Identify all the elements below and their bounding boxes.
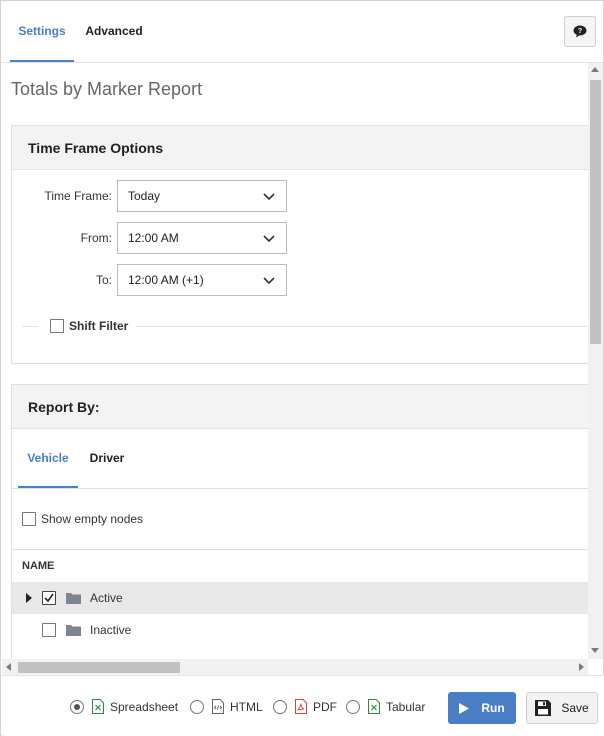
tree-row-checkbox[interactable] [42,591,56,605]
format-label: Tabular [386,699,426,714]
report-by-panel-title: Report By: [12,385,588,429]
format-label: Spreadsheet [110,699,179,714]
excel-file-icon [92,699,104,714]
format-label: HTML [230,699,263,714]
tree-row-label: Inactive [90,623,132,637]
top-tab-bar: Settings Advanced ? [1,1,603,63]
check-icon [44,593,54,603]
vertical-scrollbar[interactable] [588,63,603,659]
tree-row-active[interactable]: Active [12,582,588,614]
tab-settings[interactable]: Settings [10,1,74,62]
format-label: PDF [313,699,337,714]
scroll-up-arrow-icon[interactable] [591,67,599,72]
vertical-scroll-thumb[interactable] [590,80,601,344]
show-empty-nodes-checkbox[interactable] [22,512,36,526]
time-frame-panel-title: Time Frame Options [12,126,588,170]
format-html[interactable]: HTML [190,676,263,736]
html-file-icon [212,699,224,714]
chevron-down-icon [263,277,275,285]
shift-filter-divider-left [22,326,38,327]
from-label: From: [80,231,112,245]
to-select[interactable]: 12:00 AM (+1) [117,264,287,296]
time-frame-value: Today [128,189,161,203]
svg-text:?: ? [578,28,582,35]
footer-bar: Spreadsheet HTML PDF Tabular Run Save [2,675,604,736]
shift-filter-checkbox[interactable] [50,319,64,333]
time-frame-panel: Time Frame Options Time Frame: Today Fro… [11,125,588,364]
scroll-left-arrow-icon[interactable] [6,663,11,671]
scroll-down-arrow-icon[interactable] [591,648,599,653]
floppy-disk-icon [535,700,552,716]
format-spreadsheet[interactable]: Spreadsheet [70,676,178,736]
play-icon [459,702,470,714]
tree-row-label: Active [90,591,123,605]
folder-icon [66,593,81,604]
horizontal-scroll-thumb[interactable] [18,662,180,673]
save-button-label: Save [561,701,589,715]
to-value: 12:00 AM (+1) [128,273,204,287]
help-button[interactable]: ? [564,16,596,47]
chevron-down-icon [263,193,275,201]
to-label: To: [95,273,112,287]
tab-advanced[interactable]: Advanced [81,1,147,62]
report-settings-window: Settings Advanced ? Totals by Marker Rep… [0,0,604,736]
shift-filter-label: Shift Filter [69,319,129,333]
show-empty-nodes-label: Show empty nodes [41,512,144,526]
expand-arrow-icon[interactable] [26,593,32,603]
run-button-label: Run [481,701,505,715]
tab-vehicle[interactable]: Vehicle [18,428,78,488]
format-radio[interactable] [190,699,204,714]
format-pdf[interactable]: PDF [273,676,337,736]
report-by-tab-divider [12,488,588,489]
tree-row-checkbox[interactable] [42,623,56,637]
page-title: Totals by Marker Report [11,79,203,99]
settings-scroll-area[interactable]: Totals by Marker Report Time Frame Optio… [2,63,588,659]
save-button[interactable]: Save [526,692,598,724]
horizontal-scrollbar[interactable] [2,659,588,675]
shift-filter-divider-right [136,326,588,327]
format-radio[interactable] [273,699,287,714]
format-radio[interactable] [70,699,84,714]
from-select[interactable]: 12:00 AM [117,222,287,254]
report-by-panel: Report By: Vehicle Driver Show empty nod… [11,384,588,659]
tree-column-header[interactable]: NAME [12,549,588,582]
scroll-right-arrow-icon[interactable] [579,663,584,671]
excel-file-icon [368,699,380,714]
tree-row-inactive[interactable]: Inactive [12,614,588,646]
time-frame-select[interactable]: Today [117,180,287,212]
tab-driver[interactable]: Driver [82,428,132,488]
time-frame-label: Time Frame: [44,189,112,203]
speech-bubble-question-icon: ? [573,25,587,38]
run-button[interactable]: Run [448,692,516,724]
format-radio[interactable] [346,699,360,714]
format-tabular[interactable]: Tabular [346,676,425,736]
folder-icon [66,625,81,636]
pdf-file-icon [295,699,307,714]
chevron-down-icon [263,235,275,243]
from-value: 12:00 AM [128,231,179,245]
